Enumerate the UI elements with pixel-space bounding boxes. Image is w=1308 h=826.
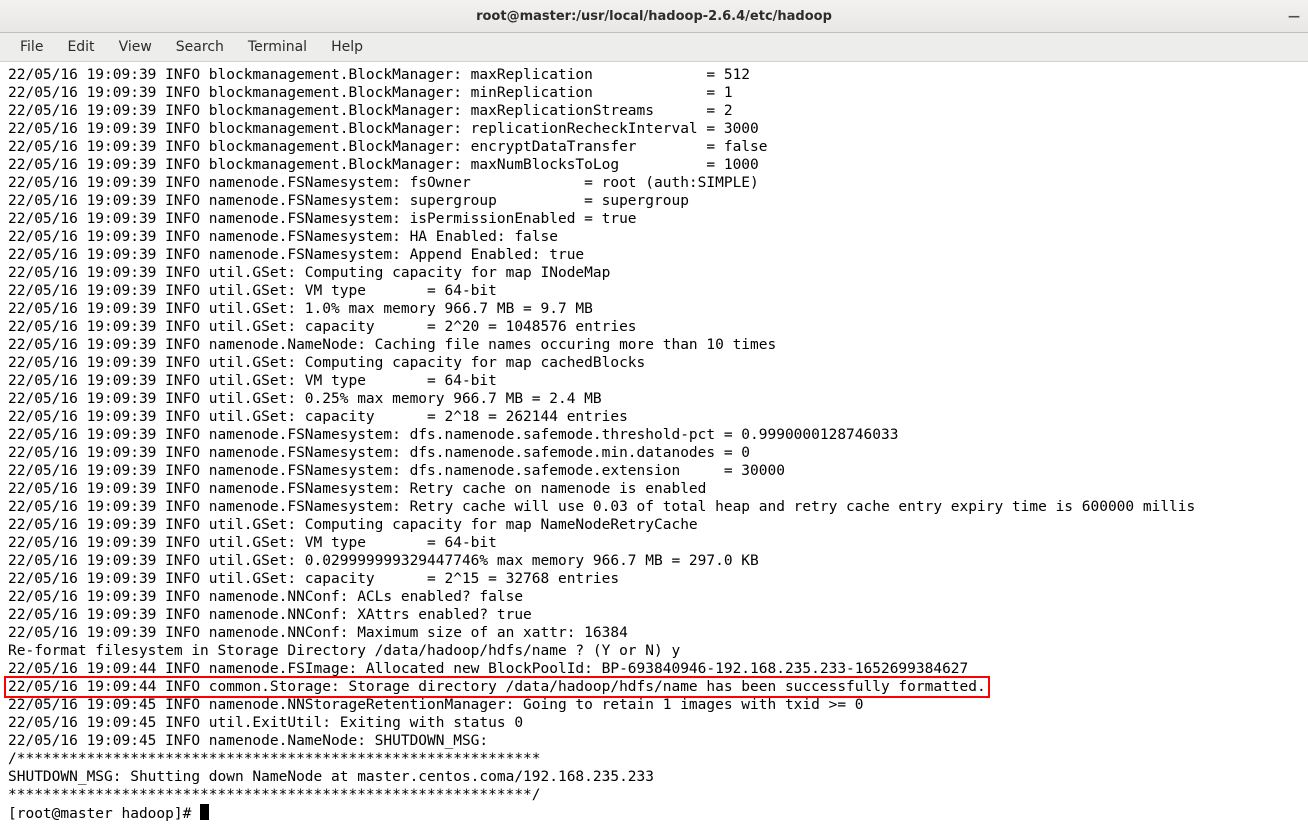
log-line: 22/05/16 19:09:39 INFO namenode.NNConf: …	[8, 607, 532, 623]
log-line: 22/05/16 19:09:39 INFO util.GSet: VM typ…	[8, 283, 497, 299]
log-line: 22/05/16 19:09:39 INFO namenode.FSNamesy…	[8, 499, 1195, 515]
log-line: 22/05/16 19:09:39 INFO namenode.FSNamesy…	[8, 229, 558, 245]
log-line: 22/05/16 19:09:45 INFO namenode.NNStorag…	[8, 697, 864, 713]
log-line: /***************************************…	[8, 751, 541, 767]
log-line: 22/05/16 19:09:45 INFO util.ExitUtil: Ex…	[8, 715, 523, 731]
window-titlebar: root@master:/usr/local/hadoop-2.6.4/etc/…	[0, 0, 1308, 33]
log-line: 22/05/16 19:09:39 INFO blockmanagement.B…	[8, 139, 768, 155]
log-line: 22/05/16 19:09:39 INFO util.GSet: 1.0% m…	[8, 301, 593, 317]
log-line: 22/05/16 19:09:39 INFO util.GSet: Comput…	[8, 265, 610, 281]
log-line: 22/05/16 19:09:39 INFO blockmanagement.B…	[8, 121, 759, 137]
log-line: 22/05/16 19:09:39 INFO blockmanagement.B…	[8, 67, 750, 83]
log-line: 22/05/16 19:09:39 INFO namenode.NNConf: …	[8, 589, 523, 605]
menu-edit[interactable]: Edit	[55, 35, 106, 59]
log-line: 22/05/16 19:09:39 INFO util.GSet: Comput…	[8, 517, 698, 533]
log-line: 22/05/16 19:09:39 INFO namenode.FSNamesy…	[8, 211, 637, 227]
shell-prompt: [root@master hadoop]#	[8, 806, 200, 822]
menu-search[interactable]: Search	[164, 35, 236, 59]
menu-terminal[interactable]: Terminal	[236, 35, 319, 59]
log-line: 22/05/16 19:09:39 INFO blockmanagement.B…	[8, 85, 733, 101]
log-line: 22/05/16 19:09:39 INFO util.GSet: 0.25% …	[8, 391, 602, 407]
log-line: 22/05/16 19:09:39 INFO namenode.FSNamesy…	[8, 481, 706, 497]
log-line: 22/05/16 19:09:39 INFO blockmanagement.B…	[8, 157, 759, 173]
log-line: 22/05/16 19:09:39 INFO util.GSet: Comput…	[8, 355, 645, 371]
log-line: 22/05/16 19:09:39 INFO namenode.FSNamesy…	[8, 463, 785, 479]
menubar: File Edit View Search Terminal Help	[0, 33, 1308, 62]
log-line: SHUTDOWN_MSG: Shutting down NameNode at …	[8, 769, 654, 785]
log-line: 22/05/16 19:09:39 INFO namenode.FSNamesy…	[8, 175, 759, 191]
log-line: 22/05/16 19:09:39 INFO namenode.FSNamesy…	[8, 445, 750, 461]
terminal-output[interactable]: 22/05/16 19:09:39 INFO blockmanagement.B…	[0, 62, 1308, 826]
highlighted-line: 22/05/16 19:09:44 INFO common.Storage: S…	[4, 676, 990, 698]
window-controls: —	[1288, 9, 1300, 23]
log-line: Re-format filesystem in Storage Director…	[8, 643, 680, 659]
log-line: 22/05/16 19:09:39 INFO namenode.NNConf: …	[8, 625, 628, 641]
log-line: 22/05/16 19:09:39 INFO util.GSet: VM typ…	[8, 535, 497, 551]
log-line: 22/05/16 19:09:45 INFO namenode.NameNode…	[8, 733, 488, 749]
log-line: 22/05/16 19:09:39 INFO namenode.NameNode…	[8, 337, 776, 353]
log-line: 22/05/16 19:09:39 INFO util.GSet: capaci…	[8, 319, 637, 335]
log-line: 22/05/16 19:09:39 INFO namenode.FSNamesy…	[8, 247, 584, 263]
log-line: 22/05/16 19:09:39 INFO util.GSet: 0.0299…	[8, 553, 759, 569]
log-line: 22/05/16 19:09:44 INFO namenode.FSImage:…	[8, 661, 968, 677]
menu-view[interactable]: View	[107, 35, 164, 59]
minimize-icon[interactable]: —	[1288, 9, 1300, 23]
log-line: 22/05/16 19:09:39 INFO util.GSet: capaci…	[8, 571, 619, 587]
log-line: 22/05/16 19:09:39 INFO namenode.FSNamesy…	[8, 427, 898, 443]
log-line: 22/05/16 19:09:39 INFO namenode.FSNamesy…	[8, 193, 689, 209]
menu-file[interactable]: File	[8, 35, 55, 59]
menu-help[interactable]: Help	[319, 35, 375, 59]
cursor-icon	[200, 804, 209, 820]
log-line: 22/05/16 19:09:39 INFO blockmanagement.B…	[8, 103, 733, 119]
window-title: root@master:/usr/local/hadoop-2.6.4/etc/…	[476, 9, 832, 24]
log-line: 22/05/16 19:09:39 INFO util.GSet: capaci…	[8, 409, 628, 425]
log-line: ****************************************…	[8, 787, 541, 803]
log-line: 22/05/16 19:09:39 INFO util.GSet: VM typ…	[8, 373, 497, 389]
